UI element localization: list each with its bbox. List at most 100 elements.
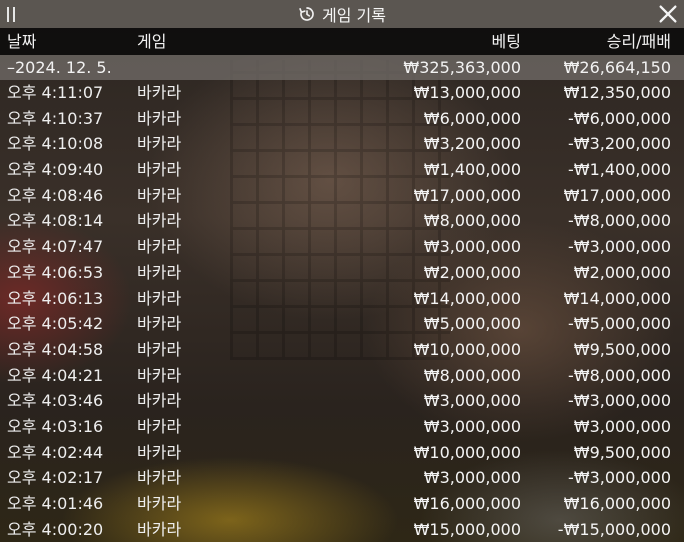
row-time: 오후 4:01:46 [7, 494, 104, 513]
table-row[interactable]: 오후 4:07:47 바카라 ₩3,000,000 -₩3,000,000 [0, 234, 684, 260]
row-game: 바카라 [137, 365, 182, 385]
row-bet: ₩5,000,000 [423, 314, 521, 334]
row-time: 오후 4:06:13 [7, 288, 104, 308]
row-bet: ₩3,000,000 [423, 391, 521, 411]
row-time: 오후 4:05:42 [7, 314, 104, 334]
row-bet: ₩15,000,000 [413, 519, 521, 539]
table-row[interactable]: 오후 4:11:07 바카라 ₩13,000,000 ₩12,350,000 [0, 80, 684, 106]
row-bet: ₩2,000,000 [423, 262, 521, 282]
table-row[interactable]: 오후 4:03:46 바카라 ₩3,000,000 -₩3,000,000 [0, 388, 684, 414]
title-group: 게임 기록 [0, 0, 684, 28]
row-game: 바카라 [137, 468, 182, 488]
table-row[interactable]: 오후 4:06:53 바카라 ₩2,000,000 ₩2,000,000 [0, 260, 684, 286]
row-time: 오후 4:02:17 [7, 468, 104, 488]
table-row[interactable]: 오후 4:10:37 바카라 ₩6,000,000 -₩6,000,000 [0, 106, 684, 132]
row-time: 오후 4:04:21 [7, 365, 104, 385]
row-result: -₩1,400,000 [567, 160, 671, 180]
table-row[interactable]: 오후 4:01:46 바카라 ₩16,000,000 ₩16,000,000 [0, 491, 684, 517]
row-time: 오후 4:10:37 [7, 108, 104, 128]
row-bet: ₩13,000,000 [413, 83, 521, 102]
table-row[interactable]: 오후 4:08:46 바카라 ₩17,000,000 ₩17,000,000 [0, 183, 684, 209]
row-game: 바카라 [137, 442, 182, 462]
row-game: 바카라 [137, 416, 182, 436]
column-header-result[interactable]: 승리/패배 [607, 28, 671, 55]
row-result: ₩2,000,000 [573, 262, 671, 282]
row-bet: ₩17,000,000 [413, 185, 521, 205]
row-result: ₩16,000,000 [563, 494, 671, 513]
row-time: 오후 4:07:47 [7, 237, 104, 257]
row-bet: ₩8,000,000 [423, 365, 521, 385]
row-game: 바카라 [137, 339, 182, 359]
table-row[interactable]: 오후 4:05:42 바카라 ₩5,000,000 -₩5,000,000 [0, 311, 684, 337]
row-time: 오후 4:02:44 [7, 442, 104, 462]
row-result: ₩9,500,000 [573, 339, 671, 359]
column-header-date[interactable]: 날짜 [7, 28, 36, 55]
row-time: 오후 4:11:07 [7, 83, 104, 102]
row-game: 바카라 [137, 237, 182, 257]
row-bet: ₩3,200,000 [423, 134, 521, 154]
row-time: 오후 4:03:46 [7, 391, 104, 411]
title-bar: 게임 기록 [0, 0, 684, 28]
close-button[interactable] [657, 3, 679, 25]
row-game: 바카라 [137, 314, 182, 334]
row-time: 오후 4:06:53 [7, 262, 104, 282]
row-result: -₩3,200,000 [567, 134, 671, 154]
row-result: -₩15,000,000 [557, 519, 671, 539]
row-result: -₩3,000,000 [567, 468, 671, 488]
column-header-bet[interactable]: 베팅 [492, 28, 521, 55]
row-bet: ₩1,400,000 [423, 160, 521, 180]
row-time: 오후 4:04:58 [7, 339, 104, 359]
row-bet: ₩10,000,000 [413, 339, 521, 359]
row-bet: ₩14,000,000 [413, 288, 521, 308]
row-game: 바카라 [137, 391, 182, 411]
row-time: 오후 4:10:08 [7, 134, 104, 154]
row-result: -₩3,000,000 [567, 391, 671, 411]
row-result: -₩6,000,000 [567, 108, 671, 128]
row-game: 바카라 [137, 83, 182, 102]
window-title: 게임 기록 [322, 6, 386, 25]
row-game: 바카라 [137, 519, 182, 539]
game-history-panel: 게임 기록 날짜 게임 베팅 승리/패배 –2024. 12. 5. ₩325,… [0, 0, 684, 542]
row-result: ₩12,350,000 [563, 83, 671, 102]
row-bet: ₩6,000,000 [423, 108, 521, 128]
history-list: 오후 4:11:07 바카라 ₩13,000,000 ₩12,350,000 오후 4… [0, 80, 684, 542]
row-game: 바카라 [137, 185, 182, 205]
row-result: -₩8,000,000 [567, 365, 671, 385]
row-game: 바카라 [137, 134, 182, 154]
table-row[interactable]: 오후 4:03:16 바카라 ₩3,000,000 ₩3,000,000 [0, 414, 684, 440]
row-bet: ₩3,000,000 [423, 416, 521, 436]
table-row[interactable]: 오후 4:10:08 바카라 ₩3,200,000 -₩3,200,000 [0, 131, 684, 157]
row-bet: ₩16,000,000 [413, 494, 521, 513]
row-game: 바카라 [137, 494, 182, 513]
row-bet: ₩10,000,000 [413, 442, 521, 462]
row-time: 오후 4:09:40 [7, 160, 104, 180]
table-row[interactable]: 오후 4:04:58 바카라 ₩10,000,000 ₩9,500,000 [0, 337, 684, 363]
column-header-game[interactable]: 게임 [137, 28, 166, 55]
row-time: 오후 4:08:14 [7, 211, 104, 231]
table-row[interactable]: 오후 4:09:40 바카라 ₩1,400,000 -₩1,400,000 [0, 157, 684, 183]
history-icon [299, 7, 314, 21]
date-summary-row[interactable]: –2024. 12. 5. ₩325,363,000 ₩26,664,150 [0, 55, 684, 80]
row-result: ₩14,000,000 [563, 288, 671, 308]
summary-date: –2024. 12. 5. [7, 58, 112, 77]
row-result: ₩9,500,000 [573, 442, 671, 462]
row-time: 오후 4:00:20 [7, 519, 104, 539]
row-game: 바카라 [137, 160, 182, 180]
table-row[interactable]: 오후 4:00:20 바카라 ₩15,000,000 -₩15,000,000 [0, 517, 684, 542]
table-row[interactable]: 오후 4:02:17 바카라 ₩3,000,000 -₩3,000,000 [0, 465, 684, 491]
table-row[interactable]: 오후 4:08:14 바카라 ₩8,000,000 -₩8,000,000 [0, 208, 684, 234]
row-bet: ₩8,000,000 [423, 211, 521, 231]
row-time: 오후 4:03:16 [7, 416, 104, 436]
row-result: -₩8,000,000 [567, 211, 671, 231]
summary-result-total: ₩26,664,150 [563, 58, 671, 77]
table-row[interactable]: 오후 4:02:44 바카라 ₩10,000,000 ₩9,500,000 [0, 440, 684, 466]
table-header: 날짜 게임 베팅 승리/패배 [0, 28, 684, 55]
row-result: -₩3,000,000 [567, 237, 671, 257]
row-result: -₩5,000,000 [567, 314, 671, 334]
table-row[interactable]: 오후 4:06:13 바카라 ₩14,000,000 ₩14,000,000 [0, 286, 684, 312]
row-game: 바카라 [137, 211, 182, 231]
row-bet: ₩3,000,000 [423, 237, 521, 257]
row-time: 오후 4:08:46 [7, 185, 104, 205]
row-game: 바카라 [137, 288, 182, 308]
table-row[interactable]: 오후 4:04:21 바카라 ₩8,000,000 -₩8,000,000 [0, 363, 684, 389]
